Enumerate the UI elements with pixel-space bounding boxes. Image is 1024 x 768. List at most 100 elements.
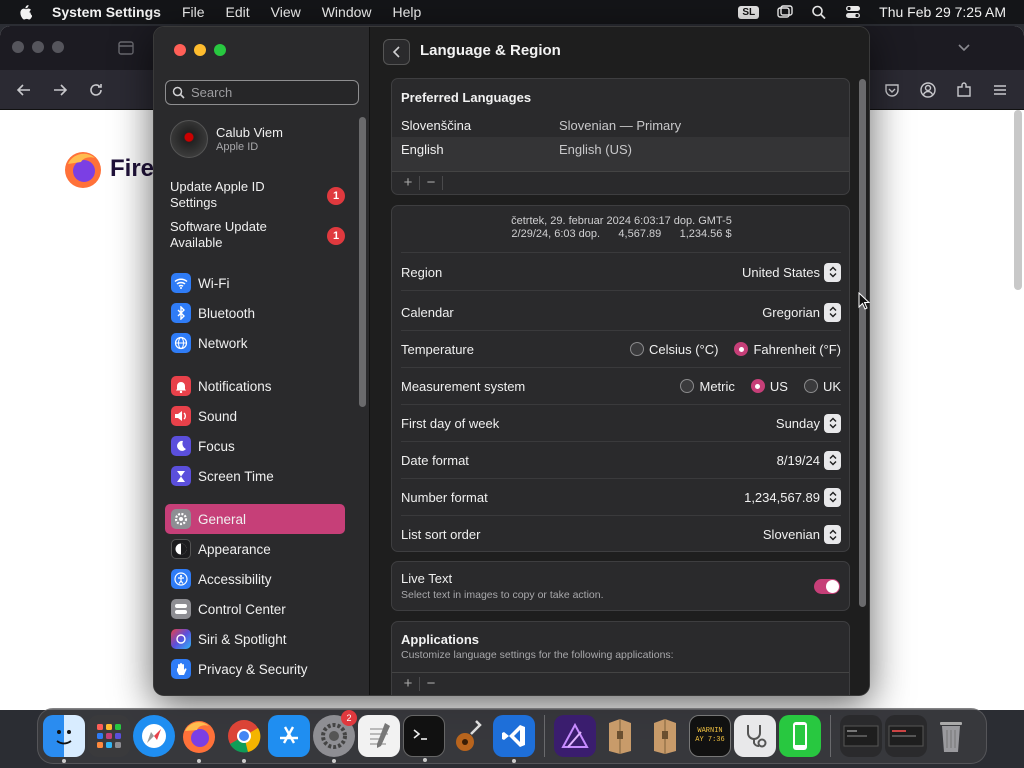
menu-window[interactable]: Window <box>322 4 372 20</box>
dock-safari[interactable] <box>133 715 175 757</box>
number-format-popup[interactable]: 1,234,567.89 <box>744 487 841 507</box>
menu-edit[interactable]: Edit <box>226 4 250 20</box>
us-radio[interactable]: US <box>750 379 788 394</box>
firefox-logo-icon <box>65 152 101 188</box>
radio-button-selected <box>734 342 749 356</box>
pocket-icon[interactable] <box>883 81 901 99</box>
input-source-badge[interactable]: SL <box>738 5 760 19</box>
dock-preview[interactable] <box>734 715 776 757</box>
hamburger-menu-icon[interactable] <box>991 81 1009 99</box>
sidebar-item-siri-spotlight[interactable]: Siri & Spotlight <box>165 624 345 654</box>
sidebar-item-privacy-security[interactable]: Privacy & Security <box>165 654 345 684</box>
dock-minimized-window-2[interactable] <box>885 715 927 757</box>
dock-instruments[interactable] <box>448 715 490 757</box>
search-input[interactable] <box>191 85 351 100</box>
first-day-value: Sunday <box>775 415 820 431</box>
sidebar-item-general[interactable]: General <box>165 504 345 534</box>
spotlight-search-icon[interactable] <box>811 5 827 19</box>
sort-order-label: List sort order <box>401 527 481 542</box>
close-window-button[interactable] <box>174 44 186 56</box>
add-application-button[interactable]: + <box>397 675 419 692</box>
celsius-radio[interactable]: Celsius (°C) <box>629 342 718 357</box>
status-area: SL Thu Feb 29 7:25 AM <box>738 0 1006 24</box>
chevron-down-icon[interactable] <box>955 38 973 56</box>
sidebar-item-appearance[interactable]: Appearance <box>165 534 345 564</box>
console-text: WARNIN AY 7:36 <box>695 727 725 744</box>
software-update-notice[interactable]: Software Update Available 1 <box>170 219 345 253</box>
sidebar-item-accessibility[interactable]: Accessibility <box>165 564 345 594</box>
language-name: Slovenščina <box>401 117 472 133</box>
terminal-icon <box>413 729 427 740</box>
sort-order-popup[interactable]: Slovenian <box>763 525 841 544</box>
sidebar-item-focus[interactable]: Focus <box>165 431 345 461</box>
dock-launchpad[interactable] <box>88 715 130 757</box>
menu-file[interactable]: File <box>182 4 205 20</box>
sidebar-item-screen-time[interactable]: Screen Time <box>165 461 345 491</box>
dock-system-settings[interactable]: 2 <box>313 710 357 763</box>
fahrenheit-radio[interactable]: Fahrenheit (°F) <box>734 342 841 357</box>
notice-label: Update Apple ID Settings <box>170 179 265 210</box>
sidebar-item-bluetooth[interactable]: Bluetooth <box>165 298 345 328</box>
menubar-clock[interactable]: Thu Feb 29 7:25 AM <box>879 4 1006 20</box>
language-row[interactable]: Slovenščina Slovenian — Primary <box>392 113 849 137</box>
language-row[interactable]: English English (US) <box>392 137 849 161</box>
dock-chrome[interactable] <box>223 715 265 763</box>
dock-archive-1[interactable] <box>599 715 641 757</box>
format-preview: četrtek, 29. februar 2024 6:03:17 dop. G… <box>392 215 849 241</box>
firefox-scrollbar[interactable] <box>1014 110 1022 290</box>
dock-phone[interactable] <box>779 715 821 757</box>
apple-logo-icon[interactable] <box>18 4 32 20</box>
add-language-button[interactable]: + <box>397 174 419 191</box>
dock-console[interactable]: WARNIN AY 7:36 <box>689 715 731 757</box>
menu-view[interactable]: View <box>271 4 301 20</box>
running-indicator <box>62 759 66 763</box>
tab-overview-icon[interactable] <box>117 39 135 57</box>
search-field[interactable] <box>165 80 359 105</box>
app-name-menu[interactable]: System Settings <box>52 4 161 20</box>
dock-minimized-window-1[interactable] <box>840 715 882 757</box>
dock-app-store[interactable] <box>268 715 310 757</box>
apple-id-profile[interactable]: Calub Viem Apple ID <box>170 120 283 158</box>
window-switcher-icon[interactable] <box>777 5 793 19</box>
uk-radio[interactable]: UK <box>803 378 841 394</box>
main-scrollbar[interactable] <box>859 79 866 607</box>
dock-trash[interactable] <box>930 715 972 757</box>
forward-arrow-icon[interactable] <box>51 81 69 99</box>
update-apple-id-notice[interactable]: Update Apple ID Settings 1 <box>170 179 345 213</box>
account-icon[interactable] <box>919 81 937 99</box>
zoom-window-button[interactable] <box>214 44 226 56</box>
dock-vscode[interactable] <box>493 715 535 763</box>
back-button[interactable] <box>383 39 410 65</box>
control-center-icon[interactable] <box>845 5 861 19</box>
minimize-window-button[interactable] <box>194 44 206 56</box>
gear-icon <box>171 509 191 529</box>
radio-label: UK <box>822 378 841 394</box>
extensions-icon[interactable] <box>955 81 973 99</box>
sidebar-item-control-center[interactable]: Control Center <box>165 594 345 624</box>
remove-application-button[interactable]: − <box>420 675 442 692</box>
date-format-popup[interactable]: 8/19/24 <box>777 450 841 470</box>
remove-language-button[interactable]: − <box>420 174 442 191</box>
sidebar-item-network[interactable]: Network <box>165 328 345 358</box>
menu-help[interactable]: Help <box>393 4 422 20</box>
chevron-left-icon <box>392 46 400 58</box>
metric-radio[interactable]: Metric <box>680 379 735 394</box>
first-day-popup[interactable]: Sunday <box>775 413 841 433</box>
region-popup[interactable]: United States <box>742 262 841 282</box>
dock-finder[interactable] <box>43 715 85 763</box>
dock-archive-2[interactable] <box>644 715 686 757</box>
reload-icon[interactable] <box>87 81 105 99</box>
number-format-row: Number format 1,234,567.89 <box>401 479 841 516</box>
sidebar-item-wifi[interactable]: Wi-Fi <box>165 268 345 298</box>
back-arrow-icon[interactable] <box>15 81 33 99</box>
dock-affinity[interactable] <box>554 715 596 757</box>
sidebar-scrollbar[interactable] <box>359 117 366 407</box>
dock-textedit[interactable] <box>358 715 400 757</box>
sidebar-item-notifications[interactable]: Notifications <box>165 371 345 401</box>
calendar-popup[interactable]: Gregorian <box>762 302 841 322</box>
dock-terminal[interactable] <box>403 715 445 762</box>
mouse-cursor-icon <box>858 292 870 310</box>
dock-firefox[interactable] <box>178 715 220 763</box>
live-text-toggle[interactable] <box>814 579 840 594</box>
sidebar-item-sound[interactable]: Sound <box>165 401 345 431</box>
